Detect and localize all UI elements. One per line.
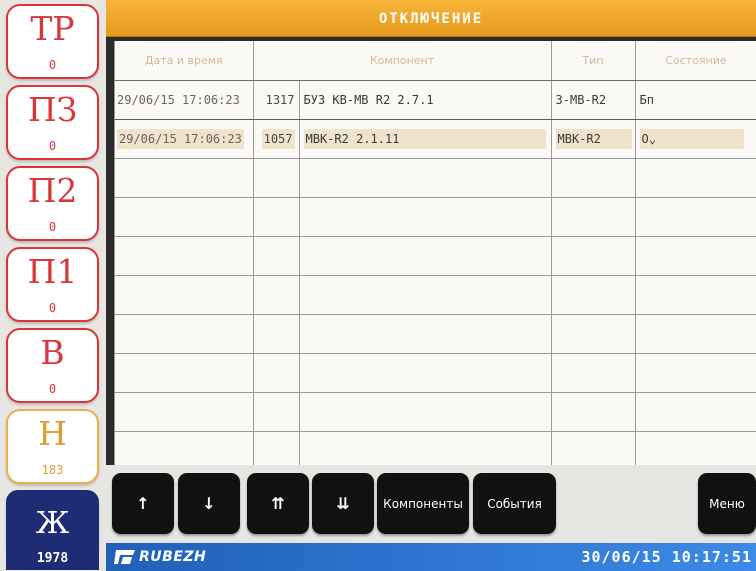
scroll-up-button[interactable]: ↑: [112, 473, 174, 534]
cell-datetime-text: 29/06/15 17:06:23: [117, 128, 244, 149]
column-header-state[interactable]: Состояние: [635, 41, 756, 81]
title-bar: ОТКЛЮЧЕНИЕ: [106, 0, 756, 37]
table-row[interactable]: 29/06/15 17:06:23 1057 МВК-R2 2.1.11 МВК…: [115, 119, 756, 159]
cell-type: З-МВ-R2: [551, 80, 636, 120]
status-button-pz[interactable]: ПЗ 0: [6, 85, 99, 160]
rubezh-logo-icon: [114, 550, 135, 564]
status-code: П1: [27, 252, 78, 291]
column-header-datetime[interactable]: Дата и время: [115, 41, 254, 81]
components-button[interactable]: Компоненты: [377, 473, 469, 534]
cell-state-text: О⌄: [639, 128, 744, 149]
cell-state: Бп: [635, 80, 756, 120]
status-code: ТР: [30, 9, 75, 48]
status-code: ПЗ: [27, 90, 78, 129]
status-button-tr[interactable]: ТР 0: [6, 4, 99, 79]
status-button-p1[interactable]: П1 0: [6, 247, 99, 322]
status-button-p2[interactable]: П2 0: [6, 166, 99, 241]
column-header-component[interactable]: Компонент: [253, 41, 552, 81]
status-count: 0: [48, 382, 57, 396]
cell-state: О⌄: [635, 119, 756, 159]
cell-type-text: МВК-R2: [555, 128, 632, 149]
status-count: 0: [48, 301, 57, 315]
menu-button[interactable]: Меню: [698, 473, 756, 534]
brand-name: RUBEZH: [139, 549, 207, 565]
cell-datetime: 29/06/15 17:06:23: [115, 119, 254, 159]
status-button-v[interactable]: В 0: [6, 328, 99, 403]
cell-type: МВК-R2: [551, 119, 636, 159]
scroll-down-button[interactable]: ↓: [178, 473, 240, 534]
table-header-row: Дата и время Компонент Тип Состояние: [115, 41, 756, 81]
table-row[interactable]: [115, 236, 756, 276]
table-row[interactable]: [115, 158, 756, 198]
table-row[interactable]: [115, 275, 756, 315]
datetime-display: 30/06/15 10:17:51: [581, 548, 752, 566]
status-count: 0: [48, 58, 57, 72]
cell-component-text: МВК-R2 2.1.11: [303, 128, 546, 149]
page-up-button[interactable]: ⇈: [247, 473, 309, 534]
page-title: ОТКЛЮЧЕНИЕ: [378, 11, 484, 27]
status-count: 183: [41, 463, 64, 477]
events-button[interactable]: События: [473, 473, 556, 534]
status-count: 0: [48, 220, 57, 234]
status-count: 0: [48, 139, 57, 153]
cell-number: 1057: [253, 119, 300, 159]
status-sidebar: ТР 0 ПЗ 0 П2 0 П1 0 В 0 Н 183 Ж 1978: [0, 0, 106, 571]
button-bar: ↑ ↓ ⇈ ⇊ Компоненты События Меню: [106, 465, 756, 543]
status-button-n[interactable]: Н 183: [6, 409, 99, 484]
status-count-zh: 1978: [6, 548, 99, 570]
cell-component: МВК-R2 2.1.11: [299, 119, 552, 159]
table-row[interactable]: [115, 392, 756, 432]
table-row[interactable]: [115, 197, 756, 237]
column-header-type[interactable]: Тип: [551, 41, 636, 81]
cell-number: 1317: [253, 80, 300, 120]
table-row[interactable]: [115, 353, 756, 393]
page-down-button[interactable]: ⇊: [312, 473, 374, 534]
status-code: Ж: [35, 506, 70, 541]
status-bar: RUBEZH 30/06/15 10:17:51: [106, 543, 756, 571]
events-table: Дата и время Компонент Тип Состояние 29/…: [115, 41, 756, 471]
status-code: Н: [38, 414, 67, 453]
cell-datetime: 29/06/15 17:06:23: [115, 80, 254, 120]
table-row[interactable]: 29/06/15 17:06:23 1317 БУЗ КВ-МВ R2 2.7.…: [115, 80, 756, 120]
cell-component: БУЗ КВ-МВ R2 2.7.1: [299, 80, 552, 120]
status-code: В: [40, 333, 65, 372]
status-code: П2: [27, 171, 78, 210]
cell-number-text: 1057: [261, 128, 295, 149]
brand-logo: RUBEZH: [114, 547, 206, 567]
status-button-zh[interactable]: Ж: [6, 490, 99, 548]
table-row[interactable]: [115, 314, 756, 354]
events-table-container: Дата и время Компонент Тип Состояние 29/…: [114, 41, 756, 471]
